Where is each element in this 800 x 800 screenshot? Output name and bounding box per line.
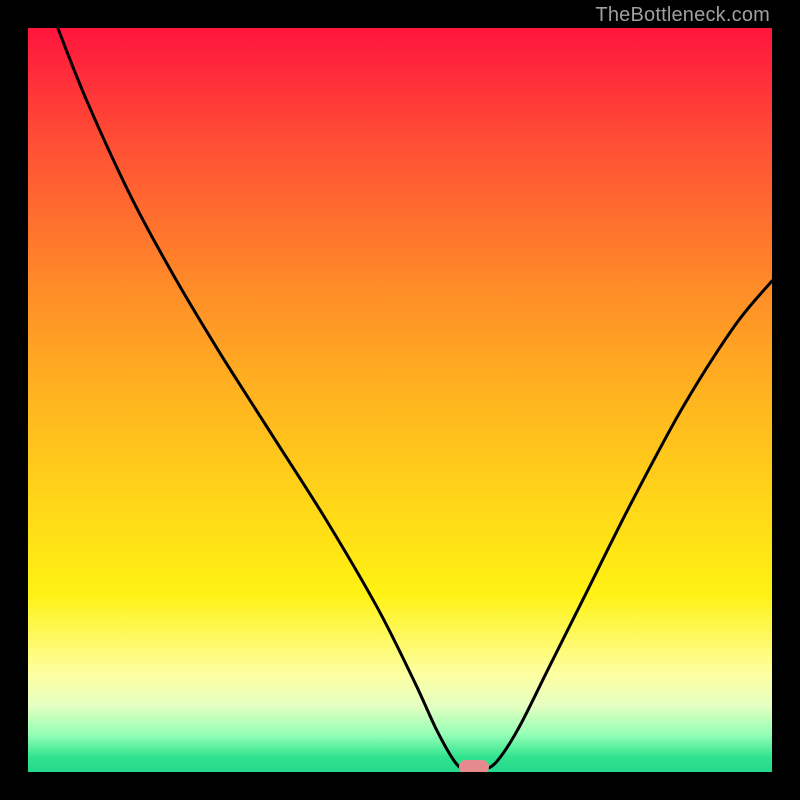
bottleneck-curve [28, 28, 772, 772]
minimum-marker [459, 760, 489, 772]
watermark-text: TheBottleneck.com [595, 4, 770, 27]
chart-frame: TheBottleneck.com [0, 0, 800, 800]
plot-area [28, 28, 772, 772]
